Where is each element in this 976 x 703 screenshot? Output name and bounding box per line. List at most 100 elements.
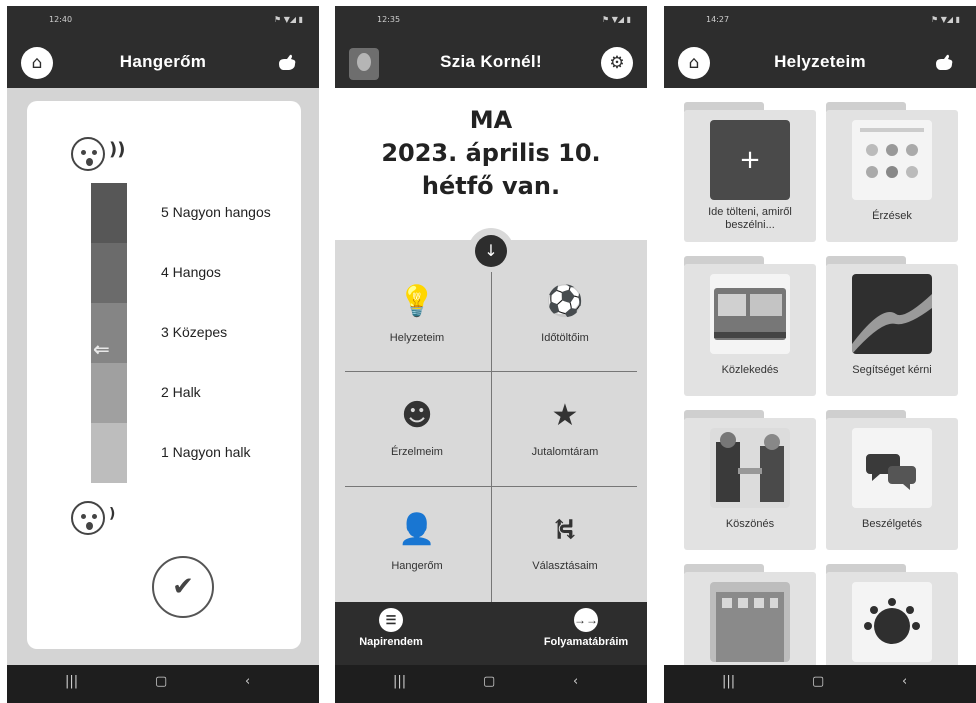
home-nav-button[interactable]: ▢ <box>812 674 824 689</box>
emotion-grid-image <box>852 120 932 200</box>
recent-apps-button[interactable]: ||| <box>722 674 735 689</box>
tile-label: Jutalomtáram <box>531 446 599 458</box>
tile-valasztasaim[interactable]: ⛕ Választásaim <box>495 492 635 602</box>
recent-apps-button[interactable]: ||| <box>393 674 406 689</box>
app-bar: Szia Kornél! ⚙ <box>335 40 647 88</box>
tab-label: Folyamatábráim <box>543 636 629 648</box>
home-nav-button[interactable]: ▢ <box>155 674 167 689</box>
status-bar: 12:35 ⚑ ▼◢ ▮ <box>335 6 647 40</box>
folder-koszones[interactable]: Köszönés <box>684 410 816 550</box>
add-folder-item[interactable]: + Ide tölteni, amiről beszélni... <box>684 102 816 242</box>
tile-label: Időtöltőim <box>541 332 589 344</box>
speaker-person-icon: 👤 <box>398 512 436 547</box>
tab-napirendem[interactable]: ☰ Napirendem <box>351 608 431 648</box>
home-nav-button[interactable]: ▢ <box>483 674 495 689</box>
folder-caption: Közlekedés <box>721 364 779 376</box>
volume-screen: 12:40 ⚑ ▼◢ ▮ ⌂ Hangerőm )) ⇐ 5 Nagyon ha… <box>7 6 319 703</box>
soccer-ball-icon: ⚽ <box>546 284 584 319</box>
virus-image <box>852 582 932 662</box>
helping-hands-image <box>852 274 932 354</box>
back-nav-button[interactable]: ‹ <box>245 674 250 689</box>
quiet-sound-waves-icon: ) <box>109 506 116 522</box>
app-bar: ⌂ Hangerőm <box>7 40 319 88</box>
check-icon: ✔ <box>172 572 194 602</box>
volume-label-5: 5 Nagyon hangos <box>161 204 271 220</box>
screenshot-collage: 12:40 ⚑ ▼◢ ▮ ⌂ Hangerőm )) ⇐ 5 Nagyon ha… <box>0 0 976 703</box>
status-time: 12:40 <box>49 15 73 24</box>
list-icon: ☰ <box>379 608 403 632</box>
today-label: MA <box>469 106 513 134</box>
volume-label-3: 3 Közepes <box>161 324 228 340</box>
folder-grid: + Ide tölteni, amiről beszélni... Érzése… <box>664 88 976 665</box>
folder-caption: Köszönés <box>725 518 775 530</box>
tile-helyzeteim[interactable]: 💡 Helyzeteim <box>347 264 487 374</box>
system-nav-bar: ||| ▢ ‹ <box>335 665 647 703</box>
tile-label: Hangerőm <box>391 560 443 572</box>
status-time: 12:35 <box>377 15 401 24</box>
tile-label: Helyzeteim <box>389 332 445 344</box>
back-nav-button[interactable]: ‹ <box>902 674 907 689</box>
status-bar: 14:27 ⚑ ▼◢ ▮ <box>664 6 976 40</box>
date-display: MA 2023. április 10. hétfő van. <box>335 88 647 240</box>
folder-kozlekedes[interactable]: Közlekedés <box>684 256 816 396</box>
smiley-icon: ☻ <box>401 398 433 433</box>
flow-arrows-icon: →→ <box>574 608 598 632</box>
confirm-button[interactable]: ✔ <box>152 556 214 618</box>
status-time: 14:27 <box>706 15 730 24</box>
folder-virus[interactable] <box>826 564 958 665</box>
settings-button[interactable]: ⚙ <box>601 47 633 79</box>
folder-beszelgetes[interactable]: Beszélgetés <box>826 410 958 550</box>
tab-folyamatabraim[interactable]: →→ Folyamatábráim <box>531 608 641 648</box>
tab-label: Napirendem <box>359 636 423 648</box>
weekday-label: hétfő van. <box>421 172 561 200</box>
status-bar: 12:40 ⚑ ▼◢ ▮ <box>7 6 319 40</box>
volume-level-1[interactable] <box>91 423 127 483</box>
tile-erzelmeim[interactable]: ☻ Érzelmeim <box>347 378 487 488</box>
handshake-image <box>710 428 790 508</box>
scroll-down-button[interactable]: ↓ <box>475 235 507 267</box>
status-icons: ⚑ ▼◢ ▮ <box>931 15 960 24</box>
volume-level-4[interactable] <box>91 243 127 303</box>
app-bar: ⌂ Helyzeteim <box>664 40 976 88</box>
page-title: Hangerőm <box>119 52 207 71</box>
lightbulb-icon: 💡 <box>398 284 436 319</box>
folder-erzesek[interactable]: Érzések <box>826 102 958 242</box>
bus-image <box>710 274 790 354</box>
gear-icon: ⚙ <box>609 53 625 73</box>
quiet-face-icon <box>71 501 105 535</box>
volume-level-2[interactable] <box>91 363 127 423</box>
system-nav-bar: ||| ▢ ‹ <box>664 665 976 703</box>
tile-jutalomtaram[interactable]: ★ Jutalomtáram <box>495 378 635 488</box>
status-icons: ⚑ ▼◢ ▮ <box>602 15 631 24</box>
folder-caption: Segítséget kérni <box>852 364 932 376</box>
status-icons: ⚑ ▼◢ ▮ <box>274 15 303 24</box>
chat-bubbles-icon <box>852 428 932 508</box>
volume-label-2: 2 Halk <box>161 384 201 400</box>
bottom-tab-bar: ☰ Napirendem →→ Folyamatábráim <box>335 602 647 665</box>
tile-idotolteim[interactable]: ⚽ Időtöltőim <box>495 264 635 374</box>
volume-level-5[interactable] <box>91 183 127 243</box>
page-title: Helyzeteim <box>774 52 866 71</box>
arrow-down-icon: ↓ <box>484 241 498 260</box>
level-pointer-icon: ⇐ <box>93 337 110 361</box>
folder-segitseget-kerni[interactable]: Segítséget kérni <box>826 256 958 396</box>
tile-hangerom[interactable]: 👤 Hangerőm <box>347 492 487 602</box>
back-nav-button[interactable]: ‹ <box>573 674 578 689</box>
loud-face-icon <box>71 137 105 171</box>
hand-icon[interactable] <box>934 54 954 72</box>
recent-apps-button[interactable]: ||| <box>65 674 78 689</box>
hand-icon[interactable] <box>277 54 297 72</box>
plus-icon: + <box>710 120 790 200</box>
star-icon: ★ <box>551 398 579 433</box>
volume-card: )) ⇐ 5 Nagyon hangos 4 Hangos 3 Közepes … <box>27 101 301 649</box>
volume-label-4: 4 Hangos <box>161 264 221 280</box>
home-screen: 12:35 ⚑ ▼◢ ▮ Szia Kornél! ⚙ MA 2023. ápr… <box>335 6 647 703</box>
loud-sound-waves-icon: )) <box>109 139 126 160</box>
building-image <box>710 582 790 662</box>
tile-label: Érzelmeim <box>391 446 443 458</box>
system-nav-bar: ||| ▢ ‹ <box>7 665 319 703</box>
folder-caption: Ide tölteni, amiről beszélni... <box>708 206 792 231</box>
date-label: 2023. április 10. <box>381 139 601 167</box>
folder-building[interactable] <box>684 564 816 665</box>
tile-label: Választásaim <box>532 560 598 572</box>
